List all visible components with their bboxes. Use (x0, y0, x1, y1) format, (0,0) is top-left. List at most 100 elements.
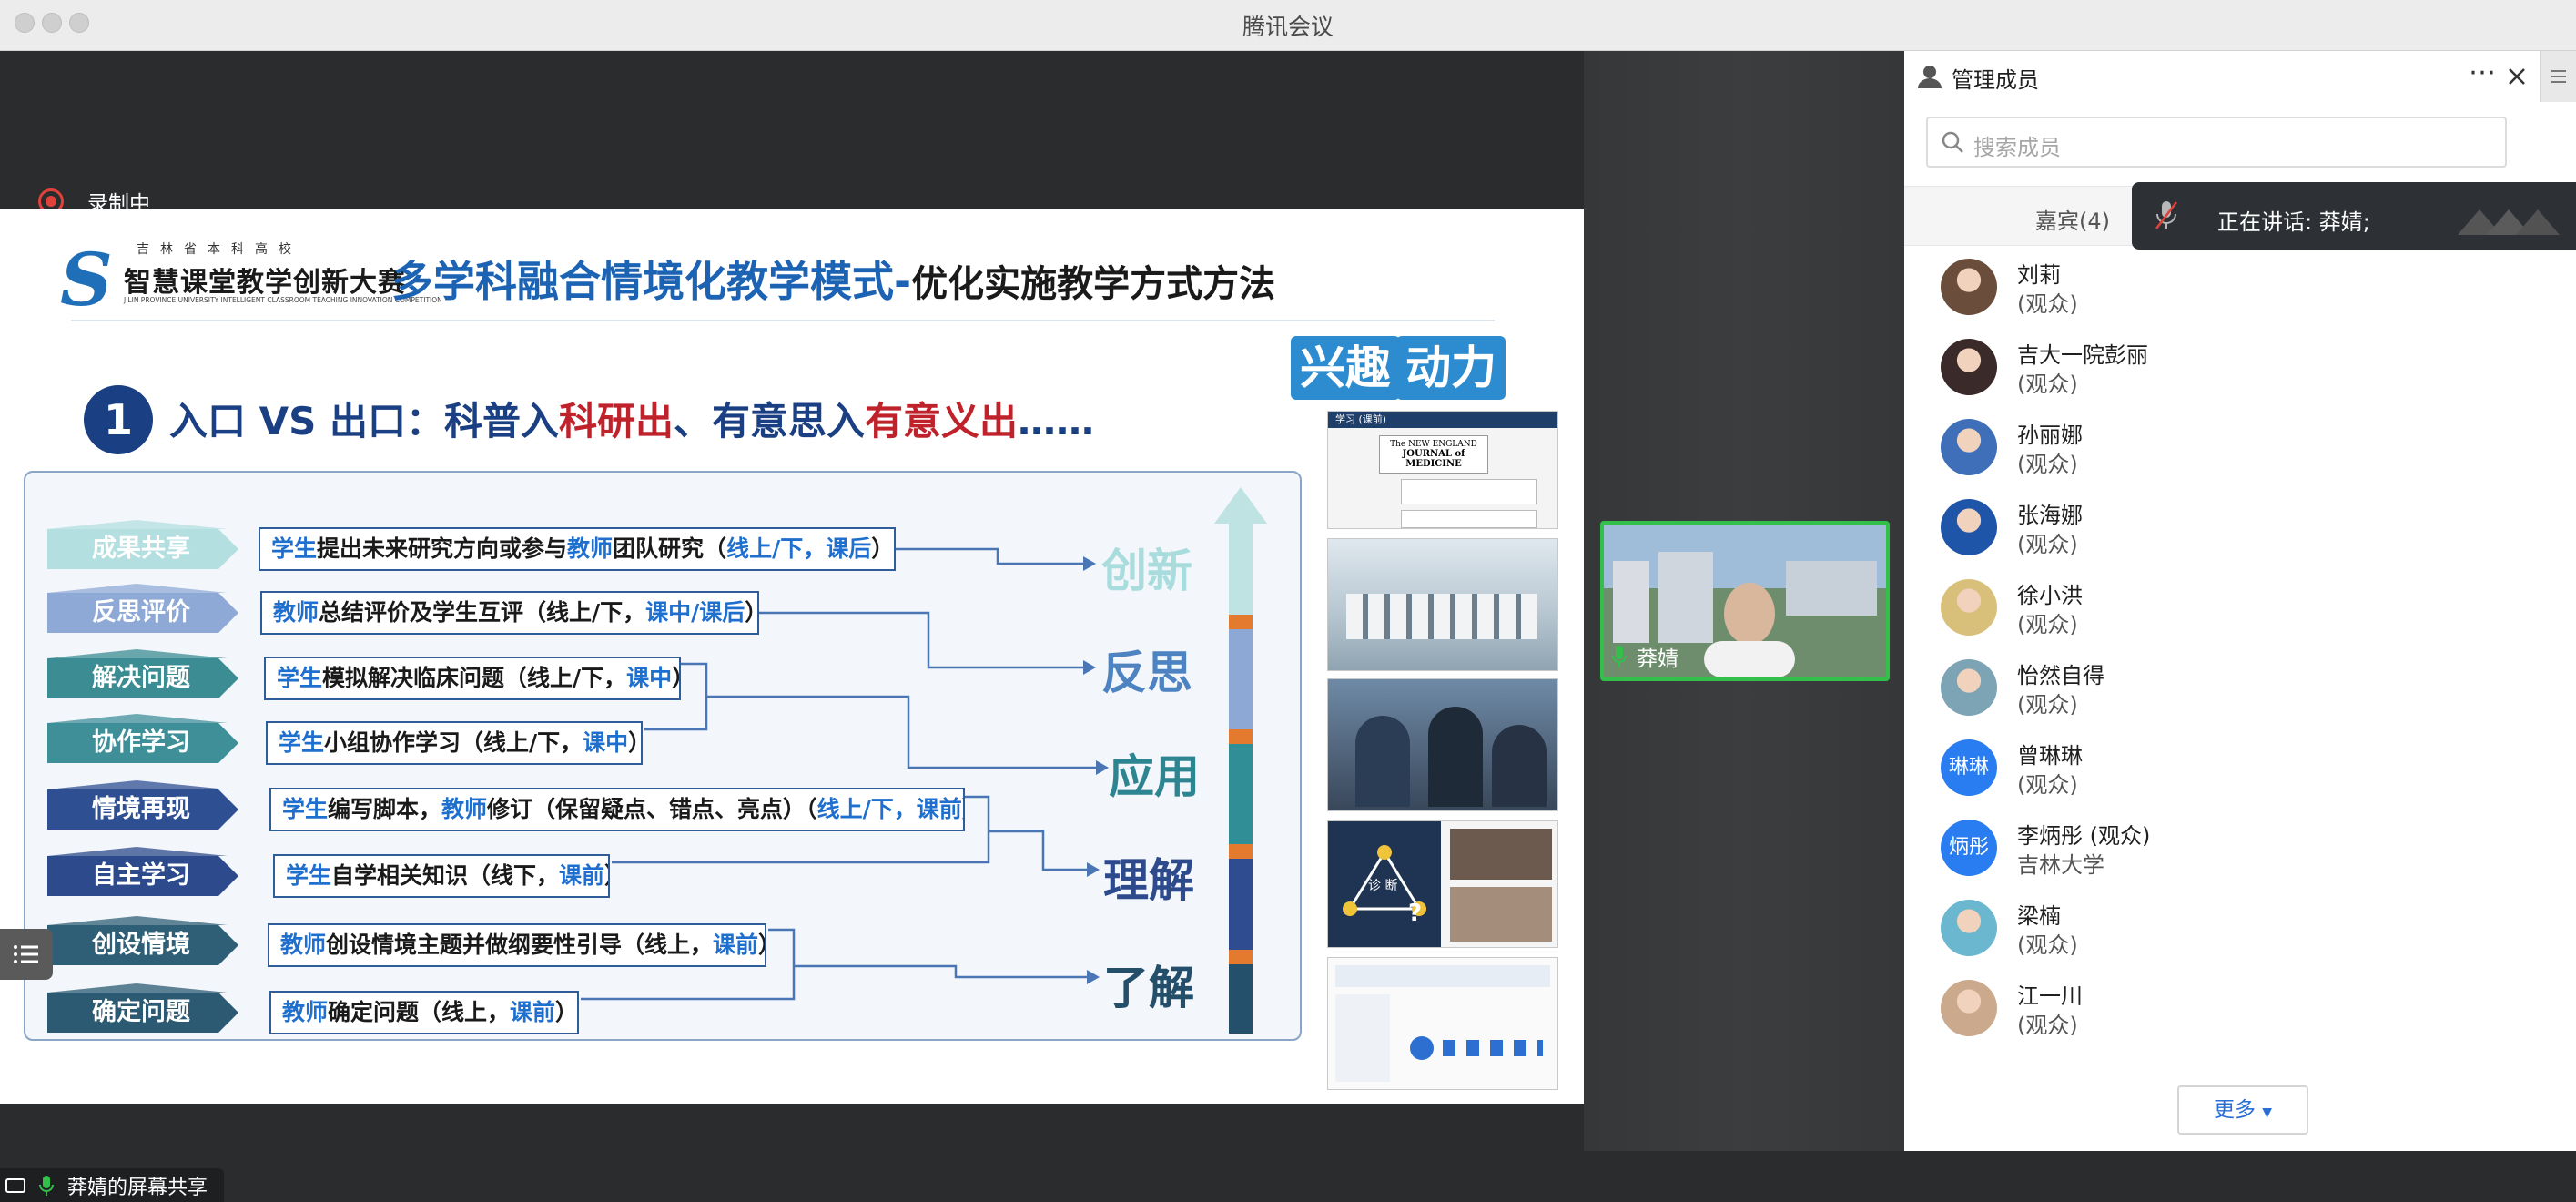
tab-guests[interactable]: 嘉宾(4) (2035, 203, 2110, 235)
camera-name-tag: 莽婧 (1611, 641, 1678, 672)
outcome-understanding: 理解 (1103, 854, 1194, 907)
presentation-slide: 吉林省本科高校 S 智慧课堂教学创新大赛 JILIN PROVINCE UNIV… (0, 209, 1584, 1104)
step-ribbon-cap (47, 916, 228, 925)
member-row[interactable]: 徐小洪 (观众) (1904, 570, 2576, 650)
camera-tile[interactable]: 莽婧 (1600, 521, 1890, 681)
thumbnail-students (1327, 678, 1558, 811)
member-name: 吉大一院彭丽 (2017, 342, 2148, 368)
member-row[interactable]: 琳琳 曾琳琳 (观众) (1904, 730, 2576, 810)
avatar (1941, 339, 1997, 395)
screen-share-label[interactable]: 莽婧的屏幕共享 (0, 1168, 225, 1202)
member-row[interactable]: 梁楠 (观众) (1904, 891, 2576, 971)
avatar (1941, 579, 1997, 636)
window-title: 腾讯会议 (1242, 14, 1334, 40)
menu-icon (2551, 70, 2566, 83)
mic-icon (1612, 646, 1627, 667)
step-description: 教师总结评价及学生互评（线上/下，课中/课后） (260, 591, 759, 635)
panel-menu-button[interactable] (2540, 51, 2576, 102)
member-row[interactable]: 孙丽娜 (观众) (1904, 410, 2576, 490)
step-ribbon-cap (47, 714, 228, 723)
avatar (1941, 419, 1997, 475)
member-name: 李炳彤 (观众) (2017, 823, 2151, 849)
thumbnail-banner: 学习 (课前) (1328, 412, 1557, 428)
step-label: 确定问题 (92, 998, 190, 1026)
member-row[interactable]: 张海娜 (观众) (1904, 490, 2576, 570)
mic-muted-icon (2155, 201, 2177, 229)
more-button-label: 更多 (2213, 1098, 2256, 1122)
step-label: 创设情境 (92, 931, 190, 959)
speaking-wave-decoration (2458, 209, 2560, 235)
flow-connector (759, 611, 1092, 669)
member-name: 曾琳琳 (2017, 743, 2083, 769)
share-icon (5, 1177, 25, 1193)
diagram-question: ? (1408, 900, 1423, 927)
members-panel-title: 管理成员 (1952, 67, 2039, 93)
outcome-application: 应用 (1109, 750, 1200, 803)
more-icon[interactable]: ⋯ (2469, 56, 2496, 88)
member-role: (观众) (2017, 452, 2078, 477)
member-role: (观众) (2017, 692, 2078, 718)
thumbnail-classroom (1327, 538, 1558, 671)
member-row[interactable]: 炳彤 李炳彤 (观众) 吉林大学 (1904, 810, 2576, 891)
member-name: 徐小洪 (2017, 583, 2083, 608)
avatar (1941, 900, 1997, 956)
flow-connector (644, 662, 1105, 769)
mic-icon (39, 1175, 54, 1196)
member-role: (观众) (2017, 532, 2078, 557)
member-role: (观众) (2017, 772, 2078, 798)
flow-arrowhead (1083, 660, 1096, 675)
step-description: 教师确定问题（线上，课前） (269, 991, 579, 1034)
member-name: 张海娜 (2017, 503, 2083, 528)
step-description: 学生自学相关知识（线下，课前） (273, 854, 610, 898)
step-description: 教师创设情境主题并做纲要性引导（线上，课前） (268, 923, 766, 967)
close-icon[interactable] (2507, 66, 2527, 87)
member-name: 梁楠 (2017, 903, 2061, 929)
step-label: 解决问题 (92, 664, 190, 692)
more-button[interactable]: 更多 ▼ (2177, 1085, 2308, 1135)
avatar (1941, 980, 1997, 1036)
search-placeholder: 搜索成员 (1973, 135, 2061, 160)
diagram-center-label: 诊 断 (1368, 879, 1398, 893)
step-description: 学生编写脚本，教师修订（保留疑点、错点、亮点）（线上/下，课前） (269, 788, 965, 831)
step-ribbon-cap (47, 520, 228, 529)
avatar (1941, 659, 1997, 716)
member-name: 江一川 (2017, 983, 2083, 1009)
step-description: 学生模拟解决临床问题（线上/下，课中） (264, 657, 681, 700)
list-icon (14, 945, 38, 963)
step-ribbon-cap (47, 983, 228, 993)
person-icon (1918, 66, 1942, 88)
thumbnail-app (1327, 957, 1558, 1090)
outcome-awareness: 了解 (1103, 962, 1194, 1014)
avatar: 琳琳 (1941, 739, 1997, 796)
member-name: 刘莉 (2017, 262, 2061, 288)
step-label: 成果共享 (92, 535, 190, 563)
step-ribbon-cap (47, 649, 228, 658)
thumbnail-diagnosis: 诊 断 ? (1327, 820, 1558, 948)
member-row[interactable]: 江一川 (观众) (1904, 971, 2576, 1051)
member-role: (观众) (2017, 932, 2078, 958)
member-role: (观众) (2017, 372, 2078, 397)
flow-arrowhead (1096, 760, 1109, 775)
journal-line-1: The NEW ENGLAND (1390, 440, 1477, 449)
outcome-innovation: 创新 (1101, 545, 1192, 597)
screen-share-stage: 录制中 吉林省本科高校 S 智慧课堂教学创新大赛 JILIN PROVINCE … (0, 51, 1584, 1202)
member-row[interactable]: 怡然自得 (观众) (1904, 650, 2576, 730)
flow-connector (896, 547, 1092, 565)
step-label: 协作学习 (92, 728, 190, 757)
member-role: (观众) (2017, 612, 2078, 637)
speaking-banner: 正在讲话: 莽婧; (2132, 182, 2576, 250)
step-label: 自主学习 (92, 861, 190, 890)
member-row[interactable]: 刘莉 (观众) (1904, 250, 2576, 330)
slide-list-handle[interactable] (0, 929, 53, 980)
search-icon (1942, 131, 1963, 153)
flow-arrowhead (1087, 862, 1100, 877)
thumbnail-journal: 学习 (课前) The NEW ENGLAND JOURNAL of MEDIC… (1327, 411, 1558, 529)
member-role: 吉林大学 (2017, 852, 2104, 878)
step-ribbon-cap (47, 847, 228, 856)
flow-arrowhead (1083, 556, 1096, 571)
progress-arrow (1214, 487, 1267, 1034)
member-row[interactable]: 吉大一院彭丽 (观众) (1904, 330, 2576, 410)
avatar: 炳彤 (1941, 820, 1997, 876)
member-search[interactable]: 搜索成员 (1926, 117, 2507, 168)
member-name: 孙丽娜 (2017, 423, 2083, 448)
